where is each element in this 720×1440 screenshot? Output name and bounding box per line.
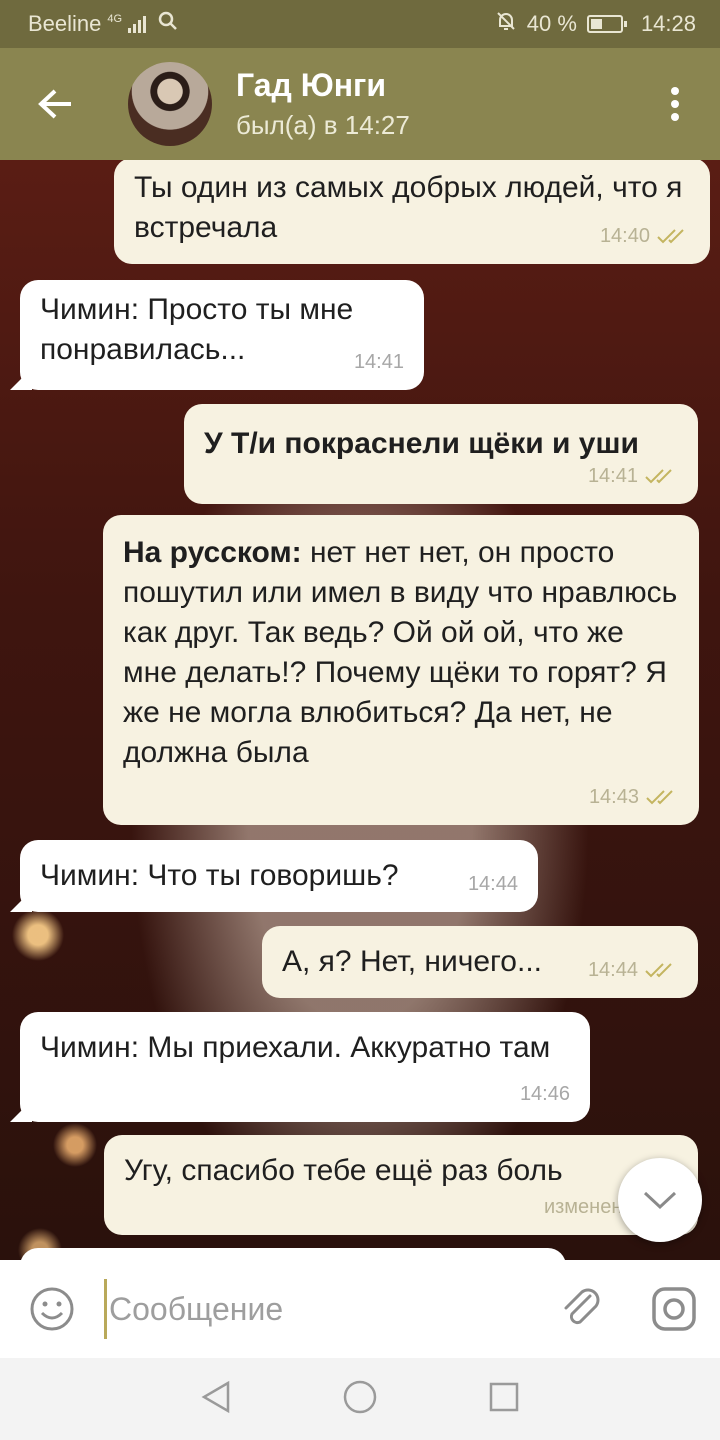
message-bubble[interactable]: На русском: нет нет нет, он просто пошут… <box>103 515 699 825</box>
camera-button[interactable] <box>628 1286 720 1332</box>
message-time: 14:41 <box>587 465 638 487</box>
message-text: нет нет нет, он просто пошутил или имел … <box>123 536 678 769</box>
signal-icon <box>128 15 147 33</box>
emoji-icon <box>30 1287 74 1331</box>
message-input[interactable]: Сообщение <box>104 1279 536 1339</box>
recents-nav-button[interactable] <box>488 1381 520 1418</box>
status-bar: Beeline 4G 40 % 14:28 <box>0 0 720 48</box>
message-composer: Сообщение <box>0 1260 720 1358</box>
contact-name: Гад Юнги <box>236 67 387 103</box>
message-text: Чимин: Мы приехали. Аккуратно там <box>40 1031 551 1064</box>
message-bubble[interactable]: Чимин: Просто ты мне понравилась... 14:4… <box>10 280 424 390</box>
back-nav-button[interactable] <box>200 1380 232 1419</box>
double-check-icon <box>645 469 672 484</box>
avatar[interactable] <box>128 62 212 146</box>
attach-button[interactable] <box>536 1286 628 1332</box>
message-bubble[interactable]: Чимин: Мы приехали. Аккуратно там 14:46 <box>10 1012 590 1122</box>
mute-bell-icon <box>495 10 517 38</box>
contact-info[interactable]: Гад Юнги был(а) в 14:27 <box>236 67 410 141</box>
scroll-down-button[interactable] <box>618 1158 702 1242</box>
camera-icon <box>652 1287 696 1331</box>
message-text: Угу, спасибо тебе ещё раз боль <box>124 1154 563 1187</box>
home-nav-button[interactable] <box>342 1379 378 1420</box>
message-time: 14:46 <box>519 1083 570 1105</box>
message-time: 14:44 <box>467 873 518 895</box>
last-seen: был(а) в 14:27 <box>236 110 410 140</box>
battery-percent: 40 % <box>526 11 577 36</box>
message-bubble[interactable]: Угу, спасибо тебе ещё раз боль изменено … <box>104 1135 698 1235</box>
message-bubble[interactable] <box>20 1248 566 1260</box>
back-button[interactable] <box>0 48 110 160</box>
carrier-name: Beeline <box>28 11 102 36</box>
message-time: 14:41 <box>353 351 404 373</box>
triangle-back-icon <box>201 1380 230 1413</box>
message-time: 14:44 <box>587 959 638 981</box>
battery-icon <box>586 15 627 33</box>
chat-area[interactable]: Ты один из самых добрых людей, что я вст… <box>0 160 720 1260</box>
message-text: Чимин: Просто ты мне понравилась... <box>40 293 354 366</box>
double-check-icon <box>645 963 672 978</box>
circle-home-icon <box>343 1380 377 1413</box>
clock: 14:28 <box>640 11 696 36</box>
message-bubble[interactable]: А, я? Нет, ничего... 14:44 <box>262 926 698 998</box>
arrow-left-icon <box>38 89 71 119</box>
chat-header: Гад Юнги был(а) в 14:27 <box>0 48 720 160</box>
message-text: Чимин: Что ты говоришь? <box>40 859 399 892</box>
message-bubble[interactable]: Чимин: Что ты говоришь? 14:44 <box>10 840 538 912</box>
double-check-icon <box>646 790 673 805</box>
network-type: 4G <box>107 13 123 25</box>
square-recents-icon <box>489 1382 519 1411</box>
message-label: На русском: <box>123 536 302 569</box>
more-vert-icon <box>671 87 679 121</box>
search-icon <box>158 11 178 37</box>
message-bubble[interactable]: Ты один из самых добрых людей, что я вст… <box>114 160 710 264</box>
system-nav-bar <box>0 1358 720 1440</box>
chevron-down-icon <box>643 1191 677 1210</box>
message-time: 14:43 <box>588 786 639 808</box>
paperclip-icon <box>564 1288 600 1325</box>
more-options-button[interactable] <box>630 48 720 160</box>
emoji-button[interactable] <box>0 1286 104 1332</box>
message-bubble[interactable]: У Т/и покраснели щёки и уши 14:41 <box>184 404 698 504</box>
double-check-icon <box>657 229 684 244</box>
message-time: 14:40 <box>599 225 650 247</box>
